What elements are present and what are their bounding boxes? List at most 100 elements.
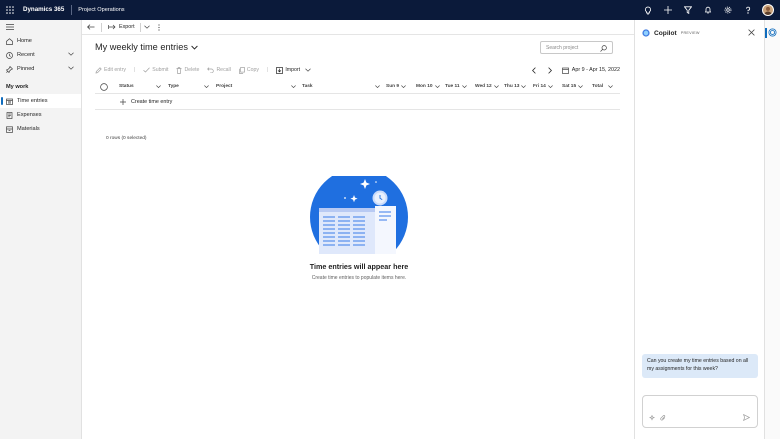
chevron-down-icon: [548, 85, 553, 88]
copy-button[interactable]: Copy: [239, 66, 259, 74]
sparkle-icon[interactable]: [649, 415, 656, 421]
edit-entry-label: Edit entry: [104, 67, 126, 73]
attach-icon[interactable]: [660, 415, 666, 421]
sidebar-item-materials[interactable]: Materials: [0, 122, 81, 136]
copilot-input[interactable]: [642, 395, 758, 428]
right-rail: [764, 20, 780, 439]
column-label: Sat 15: [562, 84, 577, 89]
chevron-down-icon[interactable]: [68, 66, 74, 72]
recall-button[interactable]: Recall: [207, 67, 231, 73]
column-header-wed[interactable]: Wed 12: [475, 84, 499, 89]
bell-icon[interactable]: [698, 0, 718, 20]
chevron-right-icon[interactable]: [548, 66, 552, 74]
help-icon[interactable]: [738, 0, 758, 20]
chevron-down-icon: [401, 85, 406, 88]
chevron-down-icon: [521, 85, 527, 88]
chevron-down-icon: [305, 68, 311, 72]
import-button[interactable]: Import: [276, 66, 311, 74]
page-title[interactable]: My weekly time entries: [95, 42, 198, 52]
close-icon[interactable]: [748, 29, 755, 38]
checkmark-icon: [143, 67, 151, 73]
sidebar-item-home[interactable]: Home: [0, 34, 81, 48]
export-label: Export: [119, 24, 135, 30]
column-header-type[interactable]: Type: [168, 84, 209, 89]
create-time-entry-button[interactable]: Create time entry: [95, 94, 620, 110]
column-label: Status: [119, 84, 134, 89]
user-message: Can you create my time entries based on …: [642, 354, 758, 378]
sidebar-item-pinned[interactable]: Pinned: [0, 62, 81, 76]
divider: |: [266, 67, 269, 73]
lightbulb-icon[interactable]: [638, 0, 658, 20]
empty-state-illustration: [310, 168, 408, 254]
calendar-icon: [561, 67, 569, 74]
create-time-entry-label: Create time entry: [131, 98, 173, 105]
chevron-left-icon[interactable]: [531, 66, 536, 74]
date-range-picker[interactable]: Apr 9 - Apr 15, 2022: [561, 67, 620, 74]
column-label: Tue 11: [445, 84, 460, 89]
sidebar-item-label: Time entries: [17, 98, 48, 104]
column-header-mon[interactable]: Mon 10: [416, 84, 440, 89]
export-button[interactable]: Export: [108, 24, 135, 30]
top-bar: Dynamics 365 Project Operations: [0, 0, 780, 20]
select-all-checkbox[interactable]: [100, 83, 108, 91]
column-label: Project: [216, 84, 233, 89]
command-bar: Export: [82, 20, 634, 35]
search-input[interactable]: Search project: [540, 41, 613, 54]
chevron-down-icon[interactable]: [143, 25, 150, 29]
column-header-project[interactable]: Project: [216, 84, 297, 89]
sidebar-item-time-entries[interactable]: Time entries: [0, 94, 81, 108]
column-header-sun[interactable]: Sun 9: [386, 84, 406, 89]
filter-icon[interactable]: [678, 0, 698, 20]
sidebar-item-label: Expenses: [17, 112, 42, 118]
trash-icon: [176, 66, 182, 74]
chevron-down-icon: [461, 85, 467, 88]
calendar-icon: [6, 98, 15, 105]
gear-icon[interactable]: [718, 0, 738, 20]
column-header-tue[interactable]: Tue 11: [445, 84, 467, 89]
copilot-icon: [642, 29, 650, 37]
column-label: Total: [592, 84, 604, 89]
avatar[interactable]: [762, 4, 774, 16]
search-icon: [600, 45, 607, 52]
app-name[interactable]: Dynamics 365: [20, 5, 73, 15]
back-arrow-icon[interactable]: [87, 24, 95, 30]
column-header-fri[interactable]: Fri 14: [533, 84, 553, 89]
chevron-down-icon: [155, 85, 161, 88]
column-label: Mon 10: [416, 84, 433, 89]
export-icon: [108, 24, 116, 30]
submit-button[interactable]: Submit: [143, 67, 168, 73]
sidebar-item-label: Materials: [17, 126, 40, 132]
column-header-task[interactable]: Task: [302, 84, 380, 89]
chevron-down-icon: [608, 85, 613, 88]
search-placeholder: Search project: [546, 44, 579, 51]
pin-icon: [6, 65, 15, 73]
send-icon[interactable]: [743, 414, 750, 421]
chevron-down-icon: [578, 85, 583, 88]
copilot-rail-icon[interactable]: [768, 28, 777, 39]
copilot-pane: Copilot PREVIEW Can you create my time e…: [634, 20, 764, 439]
column-header-status[interactable]: Status: [119, 84, 161, 89]
column-header-thu[interactable]: Thu 13: [504, 84, 527, 89]
delete-label: Delete: [184, 67, 200, 73]
date-navigator: Apr 9 - Apr 15, 2022: [531, 64, 620, 76]
divider: |: [133, 67, 136, 73]
column-header-sat[interactable]: Sat 15: [562, 84, 583, 89]
sidebar-item-expenses[interactable]: Expenses: [0, 108, 81, 122]
sidebar-item-recent[interactable]: Recent: [0, 48, 81, 62]
column-label: Thu 13: [504, 84, 520, 89]
more-options-icon[interactable]: [157, 23, 160, 31]
delete-button[interactable]: Delete: [176, 66, 200, 74]
plus-icon[interactable]: [658, 0, 678, 20]
chevron-down-icon[interactable]: [68, 52, 74, 58]
column-header-total[interactable]: Total: [592, 84, 613, 89]
copy-label: Copy: [246, 67, 259, 73]
app-launcher-icon[interactable]: [0, 0, 20, 20]
hamburger-icon[interactable]: [0, 20, 81, 34]
edit-entry-button[interactable]: Edit entry: [95, 66, 126, 74]
sidebar-item-label: Home: [17, 38, 32, 44]
grid-header-row: Status Type Project Task Sun 9 Mon 10 Tu…: [95, 80, 620, 94]
sidebar: Home Recent Pinned My work Time entries …: [0, 20, 82, 439]
clock-icon: [6, 51, 15, 59]
copilot-header: Copilot PREVIEW: [635, 20, 764, 46]
empty-state: Time entries will appear here Create tim…: [304, 168, 414, 281]
